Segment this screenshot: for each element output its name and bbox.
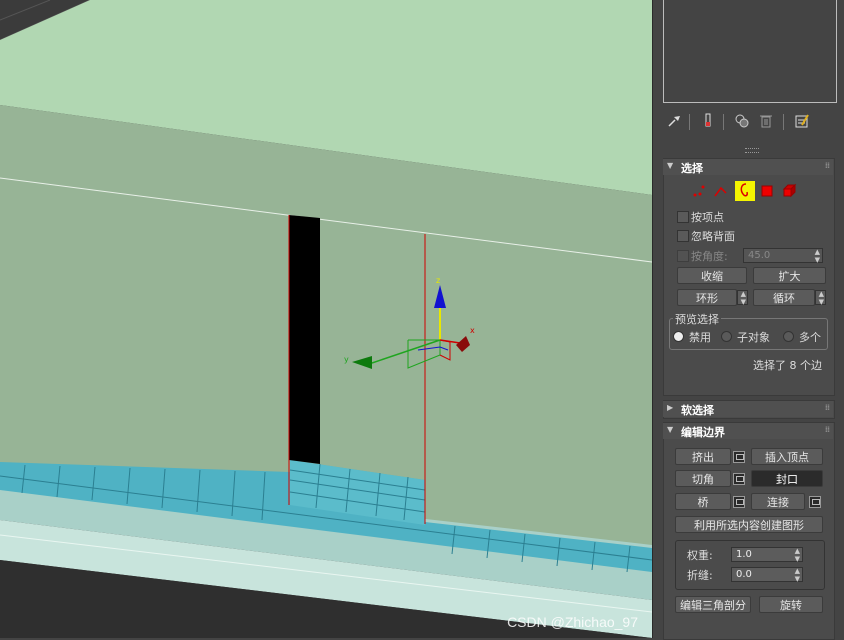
weight-label: 权重: <box>687 549 713 562</box>
pin-icon[interactable] <box>665 112 683 130</box>
element-mode-icon[interactable] <box>781 183 797 199</box>
by-vertex-checkbox[interactable] <box>677 211 689 223</box>
bridge-button[interactable]: 桥 <box>675 493 731 510</box>
by-angle-label: 按角度: <box>691 250 728 263</box>
modifier-stack-icon[interactable] <box>699 112 717 130</box>
insert-vertex-button[interactable]: 插入顶点 <box>751 448 823 465</box>
modifier-toolbar <box>663 112 838 132</box>
vertex-mode-icon[interactable] <box>691 183 707 199</box>
spinner-arrows-icon[interactable]: ▲ ▼ <box>795 547 800 563</box>
svg-text:y: y <box>344 355 349 364</box>
preview-multi-radio[interactable] <box>783 331 794 342</box>
show-end-result-icon[interactable] <box>733 112 751 130</box>
collapse-triangle-icon: ▼ <box>667 161 674 170</box>
soft-selection-header[interactable]: ▶ 软选择 ⁞⁞ <box>663 401 833 417</box>
preview-off-label: 禁用 <box>689 331 711 344</box>
watermark: CSDN @Zhichao_97 <box>507 614 638 630</box>
preview-multi-label: 多个 <box>799 331 821 344</box>
shrink-button[interactable]: 收缩 <box>677 267 747 284</box>
loop-button[interactable]: 循环 <box>753 289 815 306</box>
selection-rollout-header[interactable]: ▼ 选择 ⁞⁞ <box>663 159 833 175</box>
spinner-arrows-icon[interactable]: ▲ ▼ <box>815 248 820 264</box>
object-preview-area <box>663 0 837 103</box>
ignore-backfacing-label: 忽略背面 <box>691 230 735 243</box>
extrude-button[interactable]: 挤出 <box>675 448 731 465</box>
extrude-settings-icon[interactable] <box>733 451 745 463</box>
border-mode-icon[interactable] <box>735 181 755 201</box>
3d-viewport[interactable]: z y x CSDN @Zhichao_97 <box>0 0 652 638</box>
selection-status: 选择了 8 个边 <box>753 359 822 372</box>
preview-selection-title: 预览选择 <box>673 311 721 327</box>
edit-borders-header[interactable]: ▼ 编辑边界 ⁞⁞ <box>663 423 833 439</box>
polygon-mode-icon[interactable] <box>759 183 775 199</box>
weight-value: 1.0 <box>736 549 752 560</box>
svg-text:x: x <box>470 326 475 335</box>
turn-button[interactable]: 旋转 <box>759 596 823 613</box>
ring-button[interactable]: 环形 <box>677 289 737 306</box>
command-panel: ▼ 选择 ⁞⁞ 按项点 忽略背面 按角度: 45.0 ▲ ▼ 收缩 扩大 环形 ▲… <box>652 0 844 640</box>
viewport-scene[interactable]: z y x <box>0 0 652 638</box>
angle-spinner[interactable]: 45.0 ▲ ▼ <box>743 248 823 264</box>
drag-handle-icon: ⁞⁞ <box>824 161 830 170</box>
chamfer-button[interactable]: 切角 <box>675 470 731 487</box>
edit-triangulation-button[interactable]: 编辑三角剖分 <box>675 596 751 613</box>
grow-button[interactable]: 扩大 <box>753 267 826 284</box>
delete-icon[interactable] <box>757 112 775 130</box>
by-vertex-label: 按项点 <box>691 211 724 224</box>
edge-mode-icon[interactable] <box>713 183 729 199</box>
preview-subobject-radio[interactable] <box>721 331 732 342</box>
spinner-arrows-icon[interactable]: ▲ ▼ <box>795 567 800 583</box>
crease-value: 0.0 <box>736 569 752 580</box>
connect-settings-icon[interactable] <box>809 496 821 508</box>
create-shape-button[interactable]: 利用所选内容创建图形 <box>675 516 823 533</box>
crease-spinner[interactable]: 0.0 ▲ ▼ <box>731 567 803 583</box>
ignore-backfacing-checkbox[interactable] <box>677 230 689 242</box>
bridge-settings-icon[interactable] <box>733 496 745 508</box>
drag-handle-icon: ⁞⁞ <box>824 425 830 434</box>
loop-spinner[interactable]: ▲ ▼ <box>815 290 826 306</box>
cap-button[interactable]: 封口 <box>751 470 823 487</box>
preview-off-radio[interactable] <box>673 331 684 342</box>
configure-icon[interactable] <box>793 112 811 130</box>
weight-spinner[interactable]: 1.0 ▲ ▼ <box>731 547 803 563</box>
by-angle-checkbox[interactable] <box>677 250 689 262</box>
subobject-level-icons <box>691 181 811 201</box>
ring-spinner[interactable]: ▲ ▼ <box>737 290 748 306</box>
wall-opening[interactable] <box>289 215 320 464</box>
crease-label: 折缝: <box>687 569 713 582</box>
angle-value: 45.0 <box>748 250 771 261</box>
panel-grip[interactable] <box>745 148 759 153</box>
expand-triangle-icon: ▶ <box>667 403 674 412</box>
preview-subobject-label: 子对象 <box>737 331 770 344</box>
connect-button[interactable]: 连接 <box>751 493 805 510</box>
chamfer-settings-icon[interactable] <box>733 473 745 485</box>
svg-text:z: z <box>436 276 440 285</box>
drag-handle-icon: ⁞⁞ <box>824 403 830 412</box>
collapse-triangle-icon: ▼ <box>667 425 674 434</box>
